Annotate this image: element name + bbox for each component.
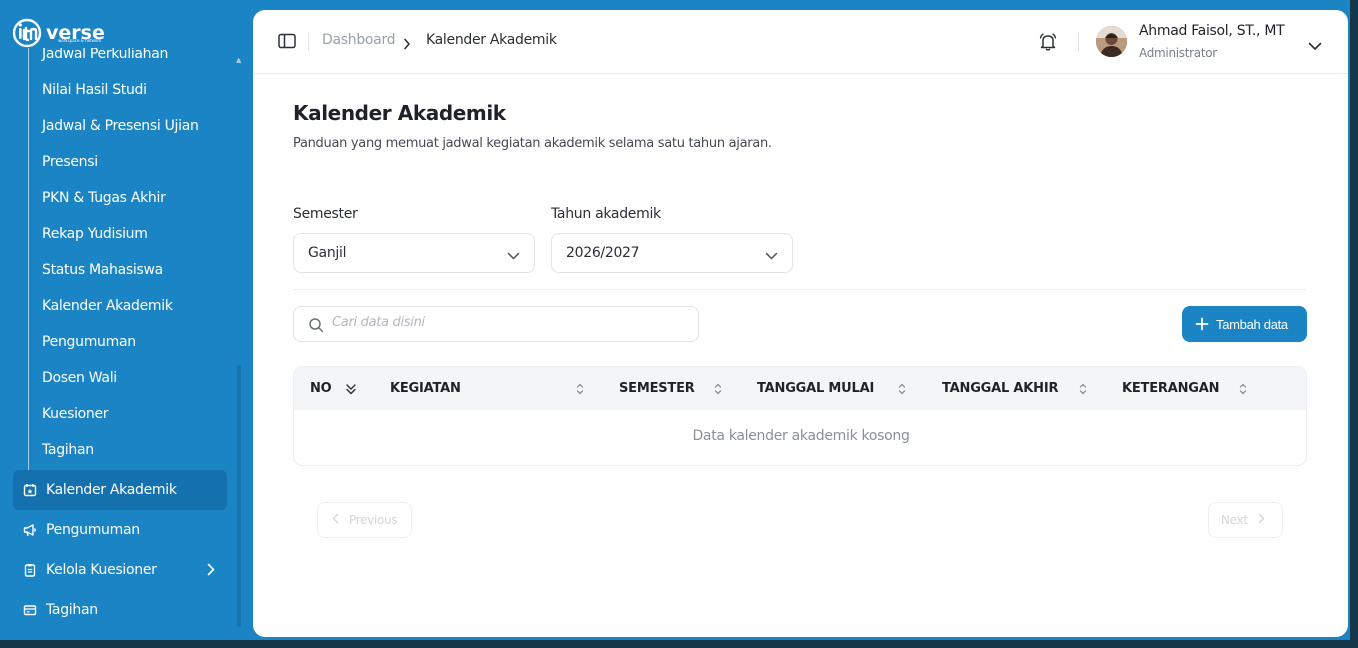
top-bar: Dashboard Kalender Akademik Ahmad Faisol… xyxy=(253,10,1348,74)
plus-icon xyxy=(1195,317,1209,331)
scroll-up-icon[interactable]: ▲ xyxy=(236,56,241,64)
sidebar-item-label: Tagihan xyxy=(46,602,98,618)
column-header-no[interactable]: NO xyxy=(310,381,332,396)
breadcrumb-dashboard[interactable]: Dashboard xyxy=(322,32,396,48)
add-data-button[interactable]: Tambah data xyxy=(1182,306,1307,342)
submenu-item-pengumuman[interactable]: Pengumuman xyxy=(42,334,136,350)
submenu-item-kalender-akademik[interactable]: Kalender Akademik xyxy=(42,298,173,314)
column-header-tanggal-mulai[interactable]: TANGGAL MULAI xyxy=(757,381,874,396)
semester-label: Semester xyxy=(293,206,358,222)
submenu-item-rekap-yudisium[interactable]: Rekap Yudisium xyxy=(42,226,148,242)
semester-select[interactable]: Ganjil xyxy=(293,233,535,273)
sort-icon[interactable] xyxy=(575,381,585,400)
semester-value: Ganjil xyxy=(308,245,347,261)
chevron-left-icon xyxy=(332,513,339,527)
user-role: Administrator xyxy=(1139,46,1217,60)
tahun-akademik-select[interactable]: 2026/2027 xyxy=(551,233,793,273)
sidebar-toggle-icon[interactable] xyxy=(278,33,296,53)
chevron-right-icon xyxy=(207,563,215,580)
page-description: Panduan yang memuat jadwal kegiatan akad… xyxy=(293,136,772,151)
megaphone-icon xyxy=(23,523,37,537)
logo-mark-icon xyxy=(12,18,42,48)
sidebar-item-kalender-akademik[interactable]: Kalender Akademik xyxy=(13,470,227,510)
submenu-item-jadwal-perkuliahan[interactable]: Jadwal Perkuliahan xyxy=(42,48,168,62)
table-empty-message: Data kalender akademik kosong xyxy=(692,428,910,444)
chevron-down-icon[interactable] xyxy=(1308,36,1322,55)
sidebar-item-pengumuman[interactable]: Pengumuman xyxy=(13,510,227,550)
app-frame: verse workspace & network Jadwal Perkuli… xyxy=(0,0,1358,648)
sort-icon[interactable] xyxy=(1078,381,1088,400)
sort-icon[interactable] xyxy=(713,381,723,400)
topbar-divider xyxy=(308,33,309,51)
tahun-akademik-value: 2026/2027 xyxy=(566,245,640,261)
previous-button[interactable]: Previous xyxy=(317,502,412,538)
tahun-akademik-label: Tahun akademik xyxy=(551,206,661,222)
add-data-label: Tambah data xyxy=(1216,316,1288,332)
chevron-down-icon xyxy=(765,248,778,264)
bill-icon xyxy=(23,603,37,617)
submenu-item-dosen-wali[interactable]: Dosen Wali xyxy=(42,370,117,386)
chevron-right-icon xyxy=(1258,513,1265,527)
sidebar-item-tagihan[interactable]: Tagihan xyxy=(13,590,227,630)
previous-label: Previous xyxy=(349,513,398,527)
sort-desc-icon[interactable] xyxy=(345,381,357,400)
section-divider xyxy=(293,289,1306,290)
column-header-semester[interactable]: SEMESTER xyxy=(619,381,695,396)
submenu-item-presensi[interactable]: Presensi xyxy=(42,154,98,170)
chevron-down-icon xyxy=(507,248,520,264)
bell-icon[interactable] xyxy=(1038,32,1058,56)
sidebar-item-label: Pengumuman xyxy=(46,522,140,538)
search-box xyxy=(293,306,699,342)
next-label: Next xyxy=(1221,513,1248,527)
sidebar-scrollbar[interactable] xyxy=(237,365,241,627)
column-header-keterangan[interactable]: KETERANGAN xyxy=(1122,381,1219,396)
sidebar-item-label: Kalender Akademik xyxy=(46,482,177,498)
submenu-item-tagihan[interactable]: Tagihan xyxy=(42,442,94,458)
sidebar: verse workspace & network Jadwal Perkuli… xyxy=(0,0,245,648)
submenu-item-nilai-hasil-studi[interactable]: Nilai Hasil Studi xyxy=(42,82,147,98)
page-title: Kalender Akademik xyxy=(293,101,506,125)
sidebar-submenu: Jadwal Perkuliahan Nilai Hasil Studi Jad… xyxy=(28,48,233,470)
clipboard-icon xyxy=(23,563,37,577)
breadcrumb-chevron-icon xyxy=(403,35,411,54)
search-input[interactable] xyxy=(332,315,682,330)
calendar-star-icon xyxy=(23,483,37,497)
submenu-item-pkn-tugas-akhir[interactable]: PKN & Tugas Akhir xyxy=(42,190,166,206)
column-header-kegiatan[interactable]: KEGIATAN xyxy=(390,381,461,396)
sort-icon[interactable] xyxy=(1238,381,1248,400)
submenu-item-jadwal-presensi-ujian[interactable]: Jadwal & Presensi Ujian xyxy=(42,118,199,134)
table-header: NO KEGIATAN SEMESTER TANGGAL MULAI TANGG… xyxy=(294,367,1306,410)
topbar-divider xyxy=(1078,33,1079,51)
sidebar-item-label: Kelola Kuesioner xyxy=(46,562,157,578)
search-icon xyxy=(308,317,324,337)
user-name: Ahmad Faisol, ST., MT xyxy=(1139,23,1285,39)
next-button[interactable]: Next xyxy=(1208,502,1283,538)
sort-icon[interactable] xyxy=(897,381,907,400)
main-content: Dashboard Kalender Akademik Ahmad Faisol… xyxy=(253,10,1348,637)
data-table: NO KEGIATAN SEMESTER TANGGAL MULAI TANGG… xyxy=(293,366,1307,466)
breadcrumb-current: Kalender Akademik xyxy=(426,32,557,48)
submenu-item-kuesioner[interactable]: Kuesioner xyxy=(42,406,109,422)
submenu-item-status-mahasiswa[interactable]: Status Mahasiswa xyxy=(42,262,163,278)
logo-subtitle: workspace & network xyxy=(58,38,102,43)
logo[interactable]: verse workspace & network xyxy=(12,18,105,48)
sidebar-item-kelola-kuesioner[interactable]: Kelola Kuesioner xyxy=(13,550,227,590)
column-header-tanggal-akhir[interactable]: TANGGAL AKHIR xyxy=(942,381,1058,396)
avatar[interactable] xyxy=(1096,26,1127,57)
